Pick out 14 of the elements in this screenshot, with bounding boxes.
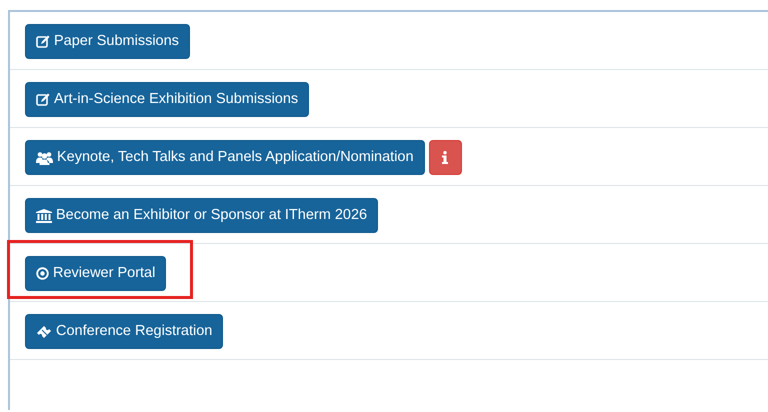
link-button[interactable]: Art-in-Science Exhibition Submissions <box>25 82 310 117</box>
link-button[interactable]: Paper Submissions <box>25 24 190 59</box>
link-button[interactable]: Become an Exhibitor or Sponsor at ITherm 2026 <box>25 198 378 233</box>
target-icon <box>36 267 49 280</box>
info-icon <box>442 151 448 164</box>
bank-icon <box>36 208 52 222</box>
link-button[interactable]: Keynote, Tech Talks and Panels Application/Nomination <box>25 140 425 175</box>
ticket-icon <box>36 324 52 338</box>
edit-icon <box>36 35 50 48</box>
users-icon <box>36 150 53 164</box>
info-button[interactable] <box>428 140 462 175</box>
edit-icon <box>36 93 50 106</box>
link-button[interactable]: Reviewer Portal <box>25 256 166 291</box>
link-button[interactable]: Conference Registration <box>25 314 224 349</box>
